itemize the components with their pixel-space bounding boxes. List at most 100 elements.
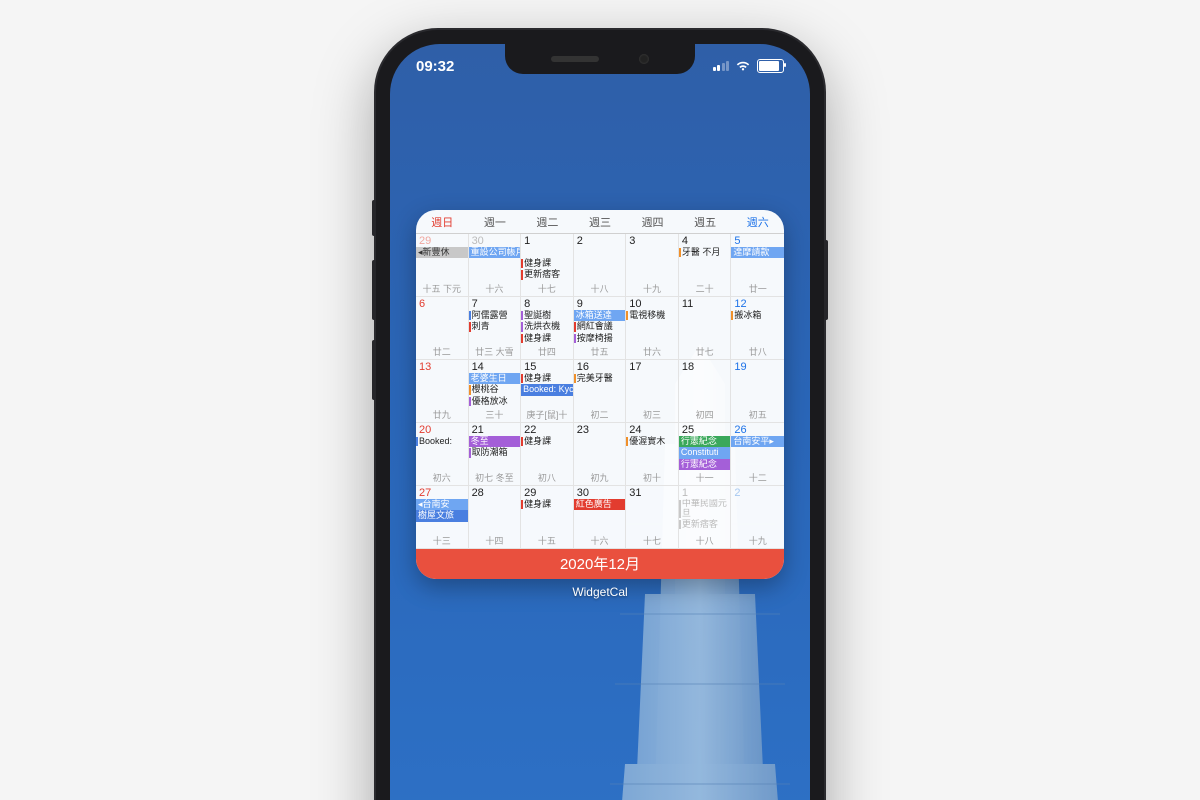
lunar-date: 廿七 bbox=[679, 345, 731, 359]
calendar-widget[interactable]: 週日週一週二週三週四週五週六 29◂新豐休十五 下元30重設公司帳戶週期性十六1… bbox=[416, 210, 784, 579]
calendar-grid[interactable]: 29◂新豐休十五 下元30重設公司帳戶週期性十六1健身課更新痞客十七2十八3十九… bbox=[416, 234, 784, 549]
calendar-event[interactable]: 聖誕樹 bbox=[521, 310, 573, 321]
calendar-event[interactable]: 健身課 bbox=[521, 258, 573, 269]
calendar-day-cell[interactable]: 19初五 bbox=[731, 360, 784, 423]
calendar-day-cell[interactable]: 30紅色廣告十六 bbox=[574, 486, 627, 549]
calendar-day-cell[interactable]: 15健身課Booked: Kyclin kycli庚子[鼠]十 bbox=[521, 360, 574, 423]
lunar-date: 初七 冬至 bbox=[469, 471, 521, 485]
day-number: 30 bbox=[574, 486, 626, 499]
calendar-event[interactable]: 老婆生日 bbox=[469, 373, 521, 384]
calendar-day-cell[interactable]: 2十九 bbox=[731, 486, 784, 549]
calendar-day-cell[interactable]: 18初四 bbox=[679, 360, 732, 423]
lunar-date: 廿四 bbox=[521, 345, 573, 359]
calendar-event[interactable]: 行憲紀念 bbox=[679, 459, 731, 470]
day-number: 5 bbox=[731, 234, 784, 247]
calendar-event[interactable]: 紅色廣告 bbox=[574, 499, 626, 510]
calendar-event[interactable]: Booked: bbox=[416, 436, 468, 447]
calendar-event[interactable]: 搬冰箱 bbox=[731, 310, 784, 321]
day-number: 16 bbox=[574, 360, 626, 373]
calendar-day-cell[interactable]: 6廿二 bbox=[416, 297, 469, 360]
calendar-event[interactable]: 電視移機 bbox=[626, 310, 678, 321]
calendar-day-cell[interactable]: 1中華民國元旦更新痞客十八 bbox=[679, 486, 732, 549]
calendar-event[interactable]: 健身課 bbox=[521, 436, 573, 447]
calendar-event[interactable]: 重設公司帳戶週期性 bbox=[469, 247, 522, 258]
calendar-event[interactable]: 阿儒露營 bbox=[469, 310, 521, 321]
calendar-event[interactable]: ◂台南安 bbox=[416, 499, 468, 510]
calendar-day-cell[interactable]: 10電視移機廿六 bbox=[626, 297, 679, 360]
calendar-event[interactable]: 洗烘衣機 bbox=[521, 321, 573, 332]
calendar-day-cell[interactable]: 16完美牙醫初二 bbox=[574, 360, 627, 423]
calendar-event[interactable] bbox=[574, 384, 626, 395]
day-number: 29 bbox=[521, 486, 573, 499]
lunar-date: 初九 bbox=[574, 471, 626, 485]
calendar-day-cell[interactable]: 7阿儒露營刺青廿三 大雪 bbox=[469, 297, 522, 360]
calendar-event[interactable]: Constituti bbox=[679, 447, 731, 458]
phone-screen: 09:32 週日週一週二週三週四週五週六 29◂新豐休十五 下元30重設公司帳戶… bbox=[390, 44, 810, 800]
lunar-date: 十七 bbox=[521, 282, 573, 296]
lunar-date: 廿三 大雪 bbox=[469, 345, 521, 359]
calendar-day-cell[interactable]: 1 健身課更新痞客十七 bbox=[521, 234, 574, 297]
calendar-event[interactable]: ◂新豐休 bbox=[416, 247, 468, 258]
calendar-event[interactable]: 完美牙醫 bbox=[574, 373, 626, 384]
calendar-day-cell[interactable]: 30重設公司帳戶週期性十六 bbox=[469, 234, 522, 297]
calendar-event[interactable]: 中華民國元旦 bbox=[679, 499, 731, 519]
calendar-day-cell[interactable]: 24優渥實木初十 bbox=[626, 423, 679, 486]
day-number: 13 bbox=[416, 360, 468, 373]
calendar-event[interactable]: 樹屋文旅 bbox=[416, 510, 469, 521]
calendar-day-cell[interactable]: 12搬冰箱廿八 bbox=[731, 297, 784, 360]
calendar-day-cell[interactable]: 22健身課初八 bbox=[521, 423, 574, 486]
lunar-date: 二十 bbox=[679, 282, 731, 296]
calendar-event[interactable] bbox=[469, 499, 521, 510]
calendar-day-cell[interactable]: 14老婆生日櫻桃谷優格放冰三十 bbox=[469, 360, 522, 423]
calendar-day-cell[interactable]: 23初九 bbox=[574, 423, 627, 486]
calendar-day-cell[interactable]: 27◂台南安樹屋文旅十三 bbox=[416, 486, 469, 549]
calendar-day-cell[interactable]: 25行憲紀念Constituti行憲紀念十一 bbox=[679, 423, 732, 486]
calendar-event[interactable]: Booked: Kyclin kycli bbox=[521, 384, 574, 395]
calendar-event[interactable]: 更新痞客 bbox=[521, 269, 573, 280]
calendar-day-cell[interactable]: 21冬至取防潮箱初七 冬至 bbox=[469, 423, 522, 486]
calendar-day-cell[interactable]: 17初三 bbox=[626, 360, 679, 423]
calendar-event[interactable]: 台南安平▸ bbox=[731, 436, 784, 447]
calendar-day-cell[interactable]: 26台南安平▸十二 bbox=[731, 423, 784, 486]
day-number: 21 bbox=[469, 423, 521, 436]
calendar-event[interactable]: 行憲紀念 bbox=[679, 436, 731, 447]
calendar-event[interactable]: 優渥實木 bbox=[626, 436, 678, 447]
day-number: 26 bbox=[731, 423, 784, 436]
calendar-day-cell[interactable]: 4牙醫 不月二十 bbox=[679, 234, 732, 297]
calendar-event[interactable]: 更新痞客 bbox=[679, 519, 731, 530]
calendar-day-cell[interactable]: 11廿七 bbox=[679, 297, 732, 360]
day-number: 1 bbox=[679, 486, 731, 499]
calendar-day-cell[interactable]: 5達摩請款廿一 bbox=[731, 234, 784, 297]
lunar-date: 十八 bbox=[679, 534, 731, 548]
calendar-event[interactable] bbox=[521, 247, 573, 258]
signal-icon bbox=[713, 61, 730, 71]
calendar-day-cell[interactable]: 8聖誕樹洗烘衣機健身課廿四 bbox=[521, 297, 574, 360]
calendar-event[interactable]: 櫻桃谷 bbox=[469, 384, 521, 395]
calendar-day-cell[interactable]: 28十四 bbox=[469, 486, 522, 549]
calendar-event[interactable]: 健身課 bbox=[521, 333, 573, 344]
calendar-day-cell[interactable]: 3十九 bbox=[626, 234, 679, 297]
calendar-event[interactable]: 健身課 bbox=[521, 499, 573, 510]
calendar-event[interactable]: 優格放冰 bbox=[469, 396, 521, 407]
calendar-event[interactable]: 取防潮箱 bbox=[469, 447, 521, 458]
calendar-day-cell[interactable]: 29◂新豐休十五 下元 bbox=[416, 234, 469, 297]
calendar-day-cell[interactable]: 9冰箱送達網紅會議按摩椅揚廿五 bbox=[574, 297, 627, 360]
calendar-day-cell[interactable]: 13廿九 bbox=[416, 360, 469, 423]
lunar-date: 十六 bbox=[574, 534, 626, 548]
calendar-event[interactable]: 按摩椅揚 bbox=[574, 333, 626, 344]
calendar-day-cell[interactable]: 20Booked:初六 bbox=[416, 423, 469, 486]
calendar-day-cell[interactable]: 2十八 bbox=[574, 234, 627, 297]
calendar-event[interactable]: 網紅會議 bbox=[574, 321, 626, 332]
day-number: 31 bbox=[626, 486, 678, 499]
calendar-day-cell[interactable]: 29健身課十五 bbox=[521, 486, 574, 549]
calendar-event[interactable]: 冰箱送達 bbox=[574, 310, 626, 321]
calendar-event[interactable]: 達摩請款 bbox=[731, 247, 784, 258]
calendar-event[interactable]: 冬至 bbox=[469, 436, 521, 447]
calendar-event[interactable]: 刺青 bbox=[469, 321, 521, 332]
calendar-day-cell[interactable]: 31十七 bbox=[626, 486, 679, 549]
day-number: 2 bbox=[574, 234, 626, 247]
calendar-event[interactable]: 健身課 bbox=[521, 373, 573, 384]
day-number: 6 bbox=[416, 297, 468, 310]
calendar-event[interactable]: 牙醫 不月 bbox=[679, 247, 731, 258]
day-number: 1 bbox=[521, 234, 573, 247]
